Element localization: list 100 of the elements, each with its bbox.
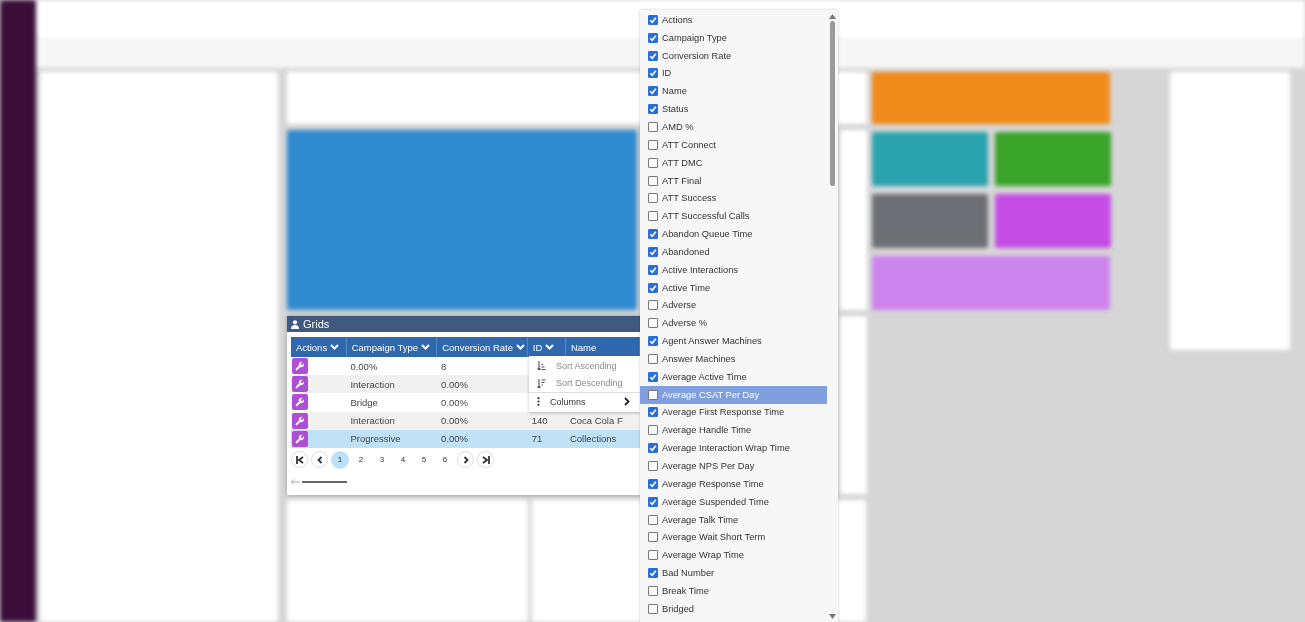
scroll-down-arrow-icon[interactable] (829, 614, 836, 619)
column-option[interactable]: Conversion Rate (640, 46, 827, 65)
column-option[interactable]: Average Wrap Time (640, 546, 827, 565)
checkbox[interactable] (648, 50, 658, 61)
checkbox[interactable] (648, 157, 658, 168)
column-option[interactable]: Average First Response Time (640, 403, 827, 422)
column-option[interactable]: Adverse % (640, 314, 827, 333)
checkbox[interactable] (648, 478, 658, 489)
checkbox[interactable] (648, 585, 658, 596)
checkbox[interactable] (648, 68, 658, 79)
menu-item-label: Sort Descending (556, 378, 624, 389)
chevron-left-icon (315, 455, 324, 464)
column-option[interactable]: Name (640, 82, 827, 101)
page-button[interactable]: 3 (373, 450, 391, 469)
column-option[interactable]: Campaign Type (640, 28, 827, 47)
checkbox[interactable] (648, 443, 658, 454)
checkbox[interactable] (648, 246, 658, 257)
column-option[interactable]: Average Wait Short Term (640, 528, 827, 547)
column-option[interactable]: Average Interaction Wrap Time (640, 439, 827, 458)
checkbox[interactable] (648, 193, 658, 204)
checkbox[interactable] (648, 86, 658, 97)
checkbox[interactable] (648, 104, 658, 115)
wrench-button[interactable] (292, 376, 308, 393)
column-option[interactable]: Average Active Time (640, 367, 827, 386)
checkbox[interactable] (648, 532, 658, 543)
wrench-button[interactable] (292, 412, 308, 429)
checkbox[interactable] (648, 318, 658, 329)
page-button[interactable]: 6 (436, 450, 454, 469)
column-option[interactable]: ATT Successful Calls (640, 207, 827, 226)
page-button[interactable]: 2 (352, 450, 370, 469)
checkbox[interactable] (648, 14, 658, 25)
column-option[interactable]: Average Suspended Time (640, 492, 827, 511)
checkbox[interactable] (648, 389, 658, 400)
page-button[interactable]: 1 (331, 450, 349, 469)
table-cell: Coca Cola F (569, 415, 623, 427)
column-option[interactable]: ID (640, 64, 827, 83)
column-option[interactable]: AMD % (640, 118, 827, 136)
wrench-button[interactable] (292, 394, 308, 411)
checkbox[interactable] (648, 32, 658, 43)
checkbox[interactable] (648, 371, 658, 382)
table-cell: Interaction (350, 415, 395, 427)
wrench-button[interactable] (292, 358, 308, 375)
column-option[interactable]: Abandon Queue Time (640, 225, 827, 243)
table-cell: Interaction (350, 378, 395, 390)
first-page-icon (295, 455, 304, 464)
table-cell: 140 (531, 415, 548, 427)
last-page-button[interactable] (477, 451, 494, 469)
column-option[interactable]: Bridged (640, 599, 827, 618)
column-option[interactable]: Actions (640, 11, 827, 29)
table-cell: Collections (569, 433, 617, 445)
wrench-button[interactable] (292, 430, 308, 447)
panel-title: Grids (303, 318, 330, 330)
checkbox[interactable] (648, 568, 658, 579)
checkbox[interactable] (648, 603, 658, 614)
page-button[interactable]: 5 (415, 450, 433, 469)
column-option[interactable]: Active Interactions (640, 260, 827, 279)
column-option[interactable]: Bad Number (640, 564, 827, 582)
column-option[interactable]: Adverse (640, 296, 827, 315)
checkbox[interactable] (648, 496, 658, 507)
checkbox[interactable] (648, 425, 658, 436)
first-page-button[interactable] (291, 451, 308, 469)
column-option[interactable]: Average NPS Per Day (640, 457, 827, 475)
user-icon (291, 319, 299, 329)
checkbox[interactable] (648, 282, 658, 293)
checkbox[interactable] (648, 514, 658, 525)
next-page-button[interactable] (457, 451, 474, 469)
column-option[interactable]: ATT Connect (640, 135, 827, 154)
column-option[interactable]: Abandoned (640, 242, 827, 261)
checkbox[interactable] (648, 353, 658, 364)
checkbox[interactable] (648, 211, 658, 222)
scrollbar-thumb[interactable] (302, 480, 347, 483)
checkbox[interactable] (648, 300, 658, 311)
chevron-down-icon (545, 344, 555, 350)
checkbox[interactable] (648, 229, 658, 240)
checkbox[interactable] (648, 461, 658, 471)
column-option[interactable]: Average Talk Time (640, 510, 827, 529)
last-page-icon (481, 455, 490, 464)
previous-page-button[interactable] (311, 451, 328, 469)
checkbox[interactable] (648, 175, 658, 186)
column-option[interactable]: Status (640, 100, 827, 119)
page-button[interactable]: 4 (394, 450, 412, 469)
checkbox[interactable] (648, 122, 658, 132)
column-option[interactable]: ATT Final (640, 171, 827, 190)
checkbox[interactable] (648, 336, 658, 347)
checkbox[interactable] (648, 139, 658, 150)
checkbox[interactable] (648, 407, 658, 418)
column-option[interactable]: Answer Machines (640, 350, 827, 368)
column-option[interactable]: Break Time (640, 582, 827, 600)
checkbox[interactable] (648, 550, 658, 561)
column-option[interactable]: Average Handle Time (640, 421, 827, 440)
column-option[interactable]: Agent Answer Machines (640, 332, 827, 351)
scrollbar-thumb[interactable] (830, 21, 835, 186)
column-option[interactable]: ATT DMC (640, 153, 827, 172)
column-option[interactable]: ATT Success (640, 189, 827, 208)
chevron-down-icon (421, 344, 430, 350)
checkbox[interactable] (648, 264, 658, 275)
scroll-up-arrow-icon[interactable] (829, 14, 836, 19)
column-option[interactable]: Active Time (640, 278, 827, 297)
column-option[interactable]: Average Response Time (640, 474, 827, 493)
menu-item[interactable]: Columns (529, 393, 640, 411)
